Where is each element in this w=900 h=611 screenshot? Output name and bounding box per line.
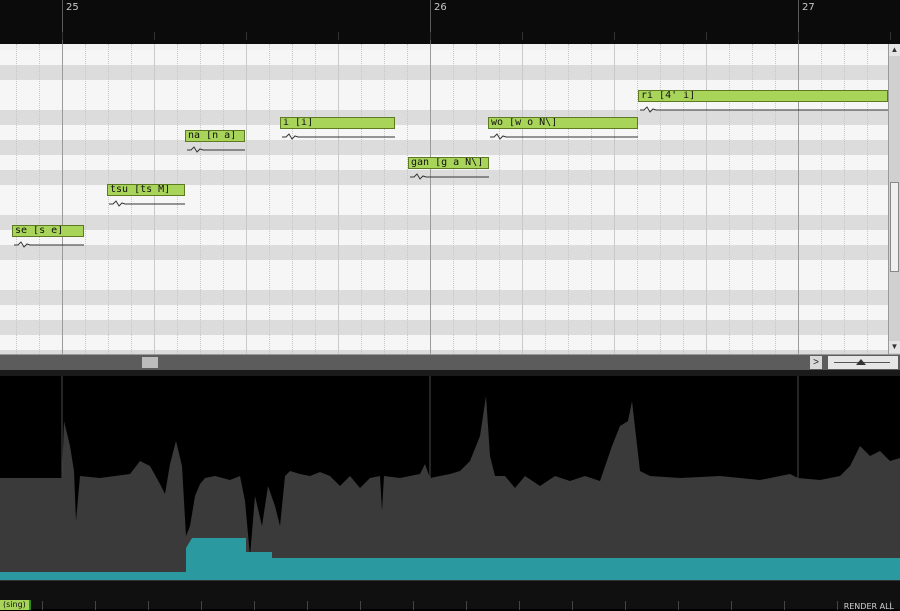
note-ri[interactable]: ri [4' i] xyxy=(638,90,888,102)
pitch-lane xyxy=(0,290,888,305)
bar-number-25: 25 xyxy=(66,2,79,13)
piano-roll[interactable]: se [s e] tsu [ts M] na [n a] i [i] gan [… xyxy=(0,44,888,354)
ruler-tick xyxy=(614,32,615,40)
ruler-tick xyxy=(798,32,799,40)
grid-line xyxy=(39,44,40,354)
pitch-curve-tsu xyxy=(109,200,185,207)
note-lyric: wo [w o N\] xyxy=(491,117,558,128)
horizontal-scrollbar[interactable]: > xyxy=(0,354,900,370)
vertical-scrollbar[interactable]: ▲ ▼ xyxy=(888,44,900,354)
pitch-lane xyxy=(0,245,888,260)
parameter-editor[interactable] xyxy=(0,370,900,580)
grid-line xyxy=(384,44,385,354)
pitch-lane xyxy=(0,335,888,350)
scroll-down-icon[interactable]: ▼ xyxy=(889,341,900,353)
pitch-curve-se xyxy=(14,241,84,248)
note-lyric: gan [g a N\] xyxy=(411,157,484,168)
timeline-ruler[interactable]: 25 26 27 xyxy=(0,0,900,45)
vertical-scroll-thumb[interactable] xyxy=(890,182,899,272)
grid-line xyxy=(16,44,17,354)
note-na[interactable]: na [n a] xyxy=(185,130,245,142)
grid-line xyxy=(361,44,362,354)
pitch-curve-na xyxy=(187,146,245,153)
grid-line xyxy=(614,44,615,354)
zoom-knob-icon[interactable] xyxy=(856,359,866,365)
grid-line xyxy=(476,44,477,354)
bar-number-27: 27 xyxy=(802,2,815,13)
note-wo[interactable]: wo [w o N\] xyxy=(488,117,638,129)
pitch-lane xyxy=(0,50,888,65)
grid-line xyxy=(292,44,293,354)
waveform-view xyxy=(0,376,900,580)
zoom-slider[interactable] xyxy=(828,356,898,369)
bar-number-26: 26 xyxy=(434,2,447,13)
grid-line xyxy=(269,44,270,354)
ruler-tick xyxy=(890,32,891,40)
ruler-tick xyxy=(62,32,63,40)
pitch-curve-wo xyxy=(490,133,638,140)
pitch-lane xyxy=(0,215,888,230)
render-all-button[interactable]: RENDER ALL xyxy=(844,602,894,611)
pitch-lane xyxy=(0,65,888,80)
grid-line xyxy=(568,44,569,354)
ruler-tick xyxy=(706,32,707,40)
pitch-curve-ri xyxy=(640,106,888,113)
pitch-lane xyxy=(0,305,888,320)
grid-line xyxy=(591,44,592,354)
bottom-track-strip: (sing) RENDER ALL xyxy=(0,580,900,611)
grid-line xyxy=(407,44,408,354)
grid-line xyxy=(62,44,63,354)
note-lyric: na [n a] xyxy=(188,130,237,141)
note-gan[interactable]: gan [g a N\] xyxy=(408,157,489,169)
note-lyric: i [i] xyxy=(283,117,314,128)
pitch-curve-gan xyxy=(410,173,489,180)
scroll-right-button[interactable]: > xyxy=(810,356,822,369)
pitch-curve-i xyxy=(282,133,395,140)
note-lyric: se [s e] xyxy=(15,225,64,236)
pitch-lane xyxy=(0,275,888,290)
grid-line xyxy=(223,44,224,354)
pitch-lane xyxy=(0,230,888,245)
ruler-tick xyxy=(154,32,155,40)
grid-line xyxy=(545,44,546,354)
grid-line xyxy=(430,44,431,354)
grid-line xyxy=(453,44,454,354)
grid-line xyxy=(315,44,316,354)
grid-line xyxy=(85,44,86,354)
grid-line xyxy=(522,44,523,354)
audio-waveform xyxy=(0,396,900,580)
scroll-up-icon[interactable]: ▲ xyxy=(889,44,900,56)
note-se[interactable]: se [s e] xyxy=(12,225,84,237)
note-lyric: tsu [ts M] xyxy=(110,184,171,195)
grid-line xyxy=(499,44,500,354)
note-i[interactable]: i [i] xyxy=(280,117,395,129)
pitch-lane xyxy=(0,125,888,140)
grid-line xyxy=(200,44,201,354)
ruler-tick xyxy=(338,32,339,40)
grid-line xyxy=(338,44,339,354)
pitch-lane xyxy=(0,260,888,275)
pitch-lane xyxy=(0,140,888,155)
note-lyric: ri [4' i] xyxy=(641,90,696,101)
note-tsu[interactable]: tsu [ts M] xyxy=(107,184,185,196)
horizontal-scroll-thumb[interactable] xyxy=(142,357,158,368)
ruler-tick xyxy=(430,32,431,40)
grid-line xyxy=(246,44,247,354)
ruler-tick xyxy=(522,32,523,40)
ruler-tick xyxy=(246,32,247,40)
pitch-lane xyxy=(0,320,888,335)
